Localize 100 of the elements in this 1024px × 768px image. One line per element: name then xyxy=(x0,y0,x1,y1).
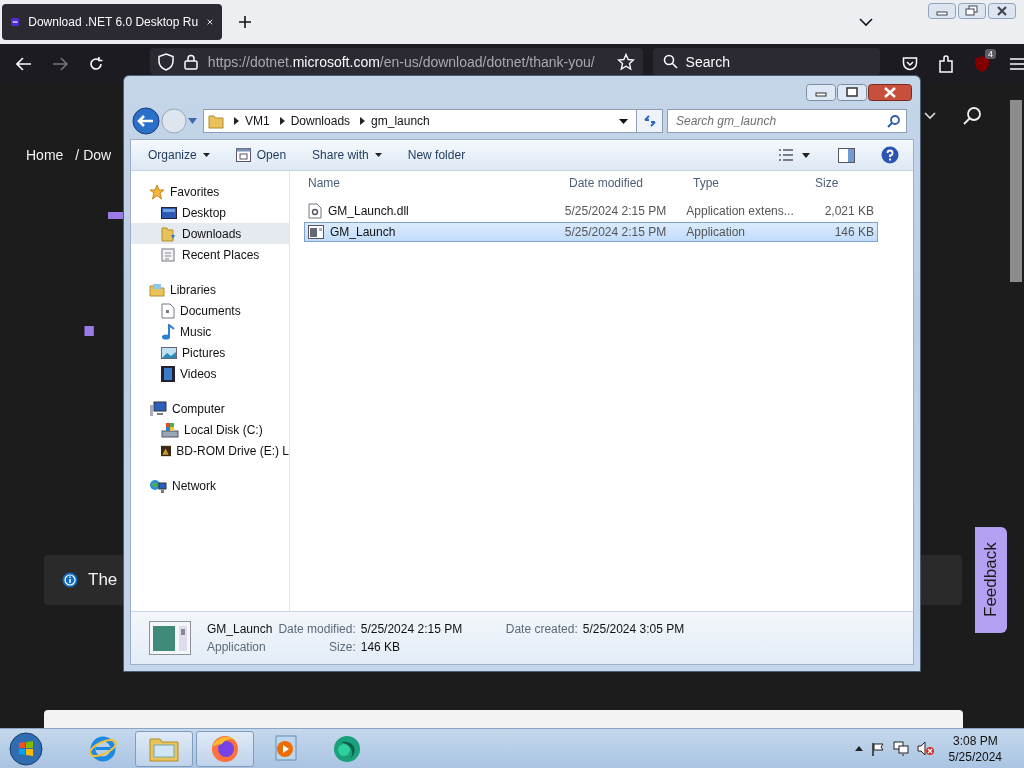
toolbar-button[interactable]: Share with xyxy=(303,145,391,165)
folder-icon xyxy=(208,113,224,129)
taskbar-button[interactable] xyxy=(196,730,254,767)
media-player-icon xyxy=(273,734,299,763)
drive-icon xyxy=(161,421,179,438)
network-icon xyxy=(149,477,167,494)
close-icon[interactable] xyxy=(868,83,912,101)
table-cell-text: Application xyxy=(685,225,747,239)
application-icon xyxy=(149,621,191,655)
maximize-icon[interactable] xyxy=(837,83,867,101)
search-icon xyxy=(662,54,678,69)
nav-item[interactable]: Network xyxy=(131,475,289,496)
search-icon xyxy=(887,114,900,128)
refresh-button[interactable] xyxy=(637,109,663,133)
search-icon[interactable] xyxy=(962,106,982,126)
path-segment[interactable]: VM1 xyxy=(245,114,270,128)
pocket-icon[interactable] xyxy=(902,56,918,72)
property-label: Size: xyxy=(328,640,356,654)
preview-pane-icon[interactable] xyxy=(838,147,855,163)
puzzle-icon[interactable] xyxy=(938,55,954,73)
nav-item[interactable]: Pictures xyxy=(131,342,289,363)
close-icon[interactable] xyxy=(988,3,1016,19)
film-icon xyxy=(161,365,175,382)
refresh-icon xyxy=(642,114,657,128)
caret-icon xyxy=(202,153,210,157)
search-field[interactable]: Search xyxy=(652,48,880,75)
table-cell-text: Application extens... xyxy=(685,204,795,218)
column-header[interactable]: Date modified xyxy=(565,176,689,190)
caret-right-icon[interactable] xyxy=(279,117,285,125)
caret-right-icon[interactable] xyxy=(234,117,239,125)
window-icon xyxy=(235,148,251,162)
nav-item[interactable]: BD-ROM Drive (E:) L xyxy=(131,440,289,461)
back-icon[interactable] xyxy=(132,107,160,135)
address-bar[interactable]: VM1 Downloads gm_launch xyxy=(203,109,637,133)
caret-up-icon[interactable] xyxy=(854,746,863,751)
toolbar-button[interactable]: Organize xyxy=(139,145,219,165)
muted-speaker-icon[interactable] xyxy=(916,741,935,756)
toolbar-button[interactable]: Open xyxy=(226,145,296,165)
bookmark-star-icon[interactable] xyxy=(616,52,635,71)
nav-item[interactable]: Favorites xyxy=(131,181,289,202)
nav-item[interactable]: Computer xyxy=(131,398,289,419)
column-header[interactable]: Type xyxy=(689,176,803,190)
minimize-icon[interactable] xyxy=(928,3,956,19)
nav-item[interactable]: Recent Places xyxy=(131,244,289,265)
start-button[interactable] xyxy=(9,731,43,766)
nav-item[interactable]: Downloads xyxy=(131,223,289,244)
file-row[interactable]: GM_Launch.dll 5/25/2024 2:15 PM Application extens... 2,021 KB xyxy=(304,201,878,221)
breadcrumb-link[interactable]: / Dow xyxy=(75,147,112,163)
caret-right-icon[interactable] xyxy=(360,117,366,125)
path-segment[interactable]: Downloads xyxy=(290,114,351,128)
folder-icon xyxy=(161,225,177,242)
music-note-icon xyxy=(161,323,175,340)
clock-date[interactable]: 5/25/2024 xyxy=(948,749,1002,764)
shield-icon[interactable] xyxy=(974,55,990,73)
nav-item[interactable]: Music xyxy=(131,321,289,342)
file-type: Application xyxy=(207,640,267,654)
info-icon xyxy=(62,572,78,588)
flag-icon[interactable] xyxy=(870,741,885,756)
nav-item[interactable]: Local Disk (C:) xyxy=(131,419,289,440)
site-icon xyxy=(11,15,20,29)
file-row[interactable]: GM_Launch 5/25/2024 2:15 PM Application 146 KB xyxy=(304,222,878,242)
star-icon xyxy=(149,183,165,200)
app-swirl-icon xyxy=(331,733,363,764)
help-icon[interactable] xyxy=(881,146,899,164)
caret-icon[interactable] xyxy=(802,152,810,158)
page-heading: . xyxy=(80,275,99,352)
menu-icon[interactable] xyxy=(1010,58,1024,70)
property-value: 5/25/2024 2:15 PM xyxy=(360,622,464,636)
search-field[interactable]: Search gm_launch xyxy=(667,109,907,133)
property-label: Date created: xyxy=(505,622,578,636)
view-list-icon[interactable] xyxy=(778,148,794,162)
browser-tab[interactable]: Download .NET 6.0 Desktop Ru xyxy=(2,4,222,40)
clock-time[interactable]: 3:08 PM xyxy=(952,733,998,748)
minimize-icon[interactable] xyxy=(806,83,836,101)
table-cell-text: 2,021 KB xyxy=(823,204,875,218)
desktop-icon xyxy=(161,205,177,220)
reload-icon[interactable] xyxy=(87,56,104,72)
feedback-tab[interactable]: Feedback xyxy=(975,527,1007,633)
column-header[interactable]: Size xyxy=(803,176,880,190)
caret-icon[interactable] xyxy=(619,118,628,124)
column-header[interactable]: Name xyxy=(304,176,565,190)
nav-item[interactable]: Libraries xyxy=(131,279,289,300)
pictures-icon xyxy=(161,345,177,360)
folder-icon xyxy=(149,281,165,298)
computer-icon xyxy=(149,400,167,417)
path-segment[interactable]: gm_launch xyxy=(371,114,430,128)
nav-item[interactable]: Desktop xyxy=(131,202,289,223)
toolbar-button[interactable]: New folder xyxy=(398,145,475,165)
window-icon xyxy=(308,225,324,239)
restore-icon[interactable] xyxy=(958,3,986,19)
nav-item[interactable]: Videos xyxy=(131,363,289,384)
table-cell-text: 146 KB xyxy=(833,225,875,239)
breadcrumb-link[interactable]: Home xyxy=(26,147,64,163)
new-tab-icon[interactable] xyxy=(238,15,252,29)
nav-item[interactable]: Documents xyxy=(131,300,289,321)
address-bar[interactable]: https://dotnet.microsoft.com/en-us/download/dotnet/thank-you/ xyxy=(149,48,643,75)
close-icon[interactable] xyxy=(207,17,213,27)
chevron-down-icon[interactable] xyxy=(859,17,873,27)
network-icon[interactable] xyxy=(892,741,909,756)
forward-icon[interactable] xyxy=(51,57,68,71)
